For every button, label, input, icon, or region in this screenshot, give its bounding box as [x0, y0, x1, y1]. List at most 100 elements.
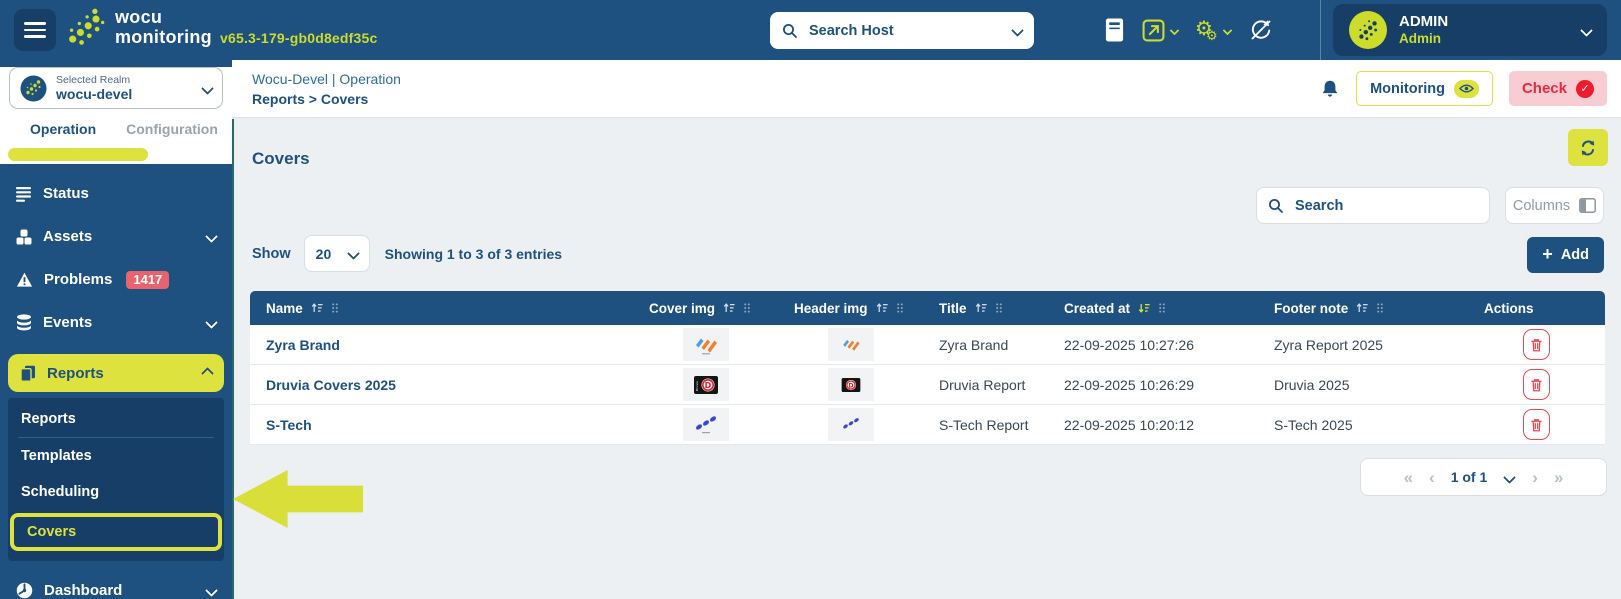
cover-name-link[interactable]: Zyra Brand: [266, 337, 340, 353]
hamburger-menu-button[interactable]: [14, 9, 56, 51]
external-tools-button[interactable]: [1142, 19, 1178, 42]
cell-title: Zyra Brand: [923, 325, 1048, 365]
sort-icon[interactable]: [876, 302, 888, 314]
sidebar: Selected Realm wocu-devel Operation Conf…: [0, 60, 232, 599]
chevron-down-icon[interactable]: [1503, 471, 1516, 484]
table-row[interactable]: S-Tech S-Tech Report 22-09-202: [250, 405, 1605, 445]
table-search-input[interactable]: [1293, 197, 1478, 215]
sidebar-item-label: Problems: [44, 271, 112, 288]
cell-header-img: [778, 405, 923, 445]
drag-handle-icon[interactable]: [896, 302, 904, 314]
trash-icon: [1530, 377, 1543, 393]
submenu-item-scheduling[interactable]: Scheduling: [8, 474, 224, 510]
table-search[interactable]: [1256, 187, 1490, 224]
table-header-row: Name Cover img Header img: [250, 291, 1605, 325]
sort-icon[interactable]: [975, 302, 987, 314]
sidebar-item-assets[interactable]: Assets: [0, 215, 232, 258]
user-menu[interactable]: ADMIN Admin: [1333, 4, 1607, 56]
sort-icon-active-desc[interactable]: [1138, 302, 1150, 314]
realm-icon: [20, 75, 47, 102]
sidebar-item-events[interactable]: Events: [0, 301, 232, 344]
cover-image-zyra: [683, 328, 729, 361]
chevron-down-icon: [201, 82, 214, 95]
cover-name-link[interactable]: Druvia Covers 2025: [266, 377, 396, 393]
reports-submenu: Reports Templates Scheduling Covers: [8, 398, 224, 561]
external-link-icon: [1142, 19, 1165, 42]
cell-actions: [1468, 365, 1605, 405]
breadcrumb: Wocu-Devel | Operation Reports > Covers: [252, 70, 401, 109]
sidebar-item-dashboard[interactable]: Dashboard: [0, 569, 232, 599]
realm-selector[interactable]: Selected Realm wocu-devel: [9, 67, 223, 109]
delete-button[interactable]: [1523, 329, 1550, 360]
chevron-down-icon[interactable]: [1011, 24, 1024, 37]
disable-sync-button[interactable]: [1248, 17, 1274, 43]
pagination-last-button[interactable]: »: [1554, 469, 1563, 486]
eye-icon: [1454, 80, 1479, 98]
add-cover-button[interactable]: + Add: [1527, 237, 1604, 273]
wocu-monitoring-app: wocu monitoring v65.3-179-gb0d8edf35c: [0, 0, 1621, 599]
cell-title: Druvia Report: [923, 365, 1048, 405]
drag-handle-icon[interactable]: [995, 302, 1003, 314]
column-header-created-at[interactable]: Created at: [1048, 291, 1258, 325]
search-icon: [1268, 198, 1284, 214]
sort-icon[interactable]: [1356, 302, 1368, 314]
table-row[interactable]: Zyra Brand Zyra Brand 22-09-20: [250, 325, 1605, 365]
cell-cover-img: DruviaD: [633, 365, 778, 405]
sort-icon[interactable]: [311, 302, 323, 314]
show-label: Show: [252, 246, 291, 262]
book-icon: [1104, 17, 1125, 43]
documentation-button[interactable]: [1104, 17, 1125, 43]
column-header-header-img[interactable]: Header img: [778, 291, 923, 325]
column-header-footer-note[interactable]: Footer note: [1258, 291, 1468, 325]
submenu-item-covers[interactable]: Covers: [14, 517, 218, 547]
submenu-item-reports[interactable]: Reports: [8, 401, 224, 437]
delete-button[interactable]: [1523, 369, 1550, 400]
bell-icon[interactable]: [1320, 79, 1340, 98]
refresh-button[interactable]: [1568, 129, 1608, 166]
tab-configuration[interactable]: Configuration: [126, 121, 218, 137]
tab-operation[interactable]: Operation: [30, 121, 96, 137]
breadcrumb-bar: Wocu-Devel | Operation Reports > Covers …: [232, 60, 1621, 118]
drag-handle-icon[interactable]: [331, 302, 339, 314]
sidebar-item-status[interactable]: Status: [0, 172, 232, 215]
cell-actions: [1468, 405, 1605, 445]
sync-disabled-icon: [1248, 17, 1274, 43]
delete-button[interactable]: [1523, 409, 1550, 440]
column-header-name[interactable]: Name: [250, 291, 633, 325]
columns-icon: [1579, 198, 1596, 213]
column-header-cover-img[interactable]: Cover img: [633, 291, 778, 325]
page-title: Covers: [252, 149, 310, 169]
pagination-prev-button[interactable]: ‹: [1429, 469, 1435, 486]
columns-button[interactable]: Columns: [1505, 187, 1604, 224]
host-search-combobox[interactable]: [770, 12, 1034, 49]
trash-icon: [1530, 417, 1543, 433]
table-row[interactable]: Druvia Covers 2025 DruviaD D Druvia Repo…: [250, 365, 1605, 405]
check-button[interactable]: Check ✓: [1509, 71, 1607, 106]
cover-name-link[interactable]: S-Tech: [266, 417, 312, 433]
sort-icon[interactable]: [723, 302, 735, 314]
page-size-value: 20: [316, 246, 332, 262]
sidebar-item-problems[interactable]: Problems 1417: [0, 258, 232, 301]
cell-cover-img: [633, 405, 778, 445]
check-icon: ✓: [1576, 80, 1594, 98]
drag-handle-icon[interactable]: [743, 302, 751, 314]
pagination-first-button[interactable]: «: [1404, 469, 1413, 486]
submenu-item-templates[interactable]: Templates: [8, 438, 224, 474]
pagination-next-button[interactable]: ›: [1532, 469, 1538, 486]
drag-handle-icon[interactable]: [1376, 302, 1384, 314]
monitoring-mode-button[interactable]: Monitoring: [1356, 71, 1493, 106]
drag-handle-icon[interactable]: [1158, 302, 1166, 314]
cell-name: Zyra Brand: [250, 325, 633, 365]
host-search-input[interactable]: [807, 22, 1004, 40]
add-label: Add: [1561, 247, 1589, 263]
cell-header-img: [778, 325, 923, 365]
sidebar-item-reports[interactable]: Reports: [8, 354, 224, 392]
page-size-select[interactable]: 20: [304, 235, 370, 272]
cell-name: Druvia Covers 2025: [250, 365, 633, 405]
column-header-actions: Actions: [1468, 291, 1605, 325]
pagination-label: 1 of 1: [1451, 469, 1488, 485]
column-header-title[interactable]: Title: [923, 291, 1048, 325]
settings-menu-button[interactable]: ⚙⚙: [1195, 18, 1231, 43]
assets-icon: [16, 229, 32, 245]
reports-icon: [20, 365, 36, 382]
